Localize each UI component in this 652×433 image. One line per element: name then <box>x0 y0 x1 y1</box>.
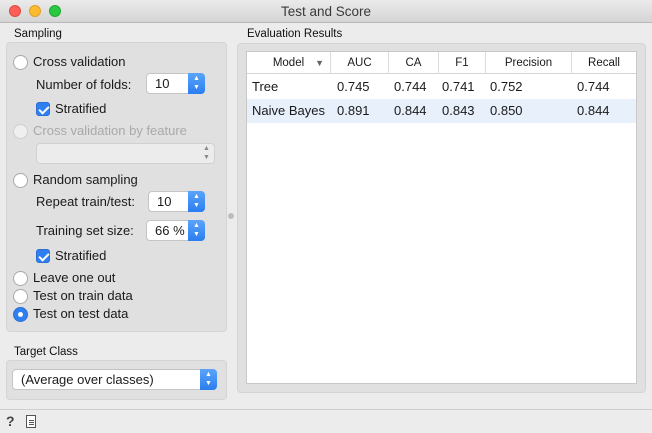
cv-by-feature-radio[interactable] <box>13 124 28 139</box>
training-set-size-value: 66 % <box>155 223 185 238</box>
column-header-ca[interactable]: CA <box>389 52 439 74</box>
spin-arrows-icon[interactable]: ▲ ▼ <box>188 73 205 94</box>
training-set-size-spinbox[interactable]: 66 % ▲ ▼ <box>146 220 205 241</box>
random-sampling-label: Random sampling <box>33 172 138 187</box>
cell-precision: 0.850 <box>490 103 523 118</box>
cv-feature-select[interactable]: ▲ ▼ <box>36 143 215 164</box>
number-of-folds-label: Number of folds: <box>36 77 132 92</box>
test-and-score-window: Test and Score Sampling Cross validation… <box>0 0 652 433</box>
test-on-test-data-radio[interactable] <box>13 307 28 322</box>
target-class-select[interactable]: (Average over classes) ▲ ▼ <box>12 369 217 390</box>
repeat-train-test-value: 10 <box>157 194 172 209</box>
splitter-handle[interactable] <box>228 213 234 219</box>
rs-stratified-label: Stratified <box>55 248 107 263</box>
test-on-test-data-label: Test on test data <box>33 306 129 321</box>
cell-model: Naive Bayes <box>252 103 325 118</box>
target-class-title: Target Class <box>14 346 78 358</box>
repeat-train-test-spinbox[interactable]: 10 ▲ ▼ <box>148 191 205 212</box>
cell-f1: 0.741 <box>442 79 475 94</box>
status-bar: ? <box>0 409 652 433</box>
training-set-size-label: Training set size: <box>36 223 134 238</box>
chevron-updown-icon: ▲ ▼ <box>203 145 210 161</box>
table-header: Model ▼ AUC CA F1 Precision Recall <box>247 52 636 74</box>
cell-f1: 0.843 <box>442 103 475 118</box>
cross-validation-label: Cross validation <box>33 54 126 69</box>
table-row[interactable]: Tree 0.745 0.744 0.741 0.752 0.744 <box>247 75 636 99</box>
cell-ca: 0.844 <box>394 103 427 118</box>
number-of-folds-spinbox[interactable]: 10 ▲ ▼ <box>146 73 205 94</box>
cross-validation-radio[interactable] <box>13 55 28 70</box>
leave-one-out-label: Leave one out <box>33 270 116 285</box>
table-row[interactable]: Naive Bayes 0.891 0.844 0.843 0.850 0.84… <box>247 99 636 123</box>
report-icon[interactable] <box>26 415 36 428</box>
leave-one-out-radio[interactable] <box>13 271 28 286</box>
column-header-f1[interactable]: F1 <box>439 52 486 74</box>
test-on-train-data-radio[interactable] <box>13 289 28 304</box>
cell-precision: 0.752 <box>490 79 523 94</box>
target-class-value: (Average over classes) <box>21 372 154 387</box>
cell-recall: 0.744 <box>577 79 610 94</box>
number-of-folds-value: 10 <box>155 76 170 91</box>
random-sampling-radio[interactable] <box>13 173 28 188</box>
sampling-title: Sampling <box>14 28 62 40</box>
cell-recall: 0.844 <box>577 103 610 118</box>
cell-auc: 0.891 <box>337 103 370 118</box>
spin-arrows-icon[interactable]: ▲ ▼ <box>188 220 205 241</box>
help-icon[interactable]: ? <box>6 413 15 429</box>
cell-ca: 0.744 <box>394 79 427 94</box>
cv-by-feature-label: Cross validation by feature <box>33 123 187 138</box>
evaluation-results-table: Model ▼ AUC CA F1 Precision Recall Tree … <box>246 51 637 384</box>
cell-auc: 0.745 <box>337 79 370 94</box>
column-header-model[interactable]: Model ▼ <box>247 52 331 74</box>
column-header-recall[interactable]: Recall <box>572 52 636 74</box>
test-on-train-data-label: Test on train data <box>33 288 133 303</box>
cv-stratified-checkbox[interactable] <box>36 102 50 116</box>
chevron-updown-icon: ▲ ▼ <box>200 369 217 390</box>
sort-descending-icon: ▼ <box>315 58 324 68</box>
column-header-auc[interactable]: AUC <box>331 52 389 74</box>
column-header-precision[interactable]: Precision <box>486 52 572 74</box>
title-bar: Test and Score <box>0 0 652 23</box>
evaluation-results-title: Evaluation Results <box>247 28 343 40</box>
window-title: Test and Score <box>280 4 372 19</box>
spin-arrows-icon[interactable]: ▲ ▼ <box>188 191 205 212</box>
repeat-train-test-label: Repeat train/test: <box>36 194 135 209</box>
cell-model: Tree <box>252 79 279 94</box>
cv-stratified-label: Stratified <box>55 101 107 116</box>
rs-stratified-checkbox[interactable] <box>36 249 50 263</box>
